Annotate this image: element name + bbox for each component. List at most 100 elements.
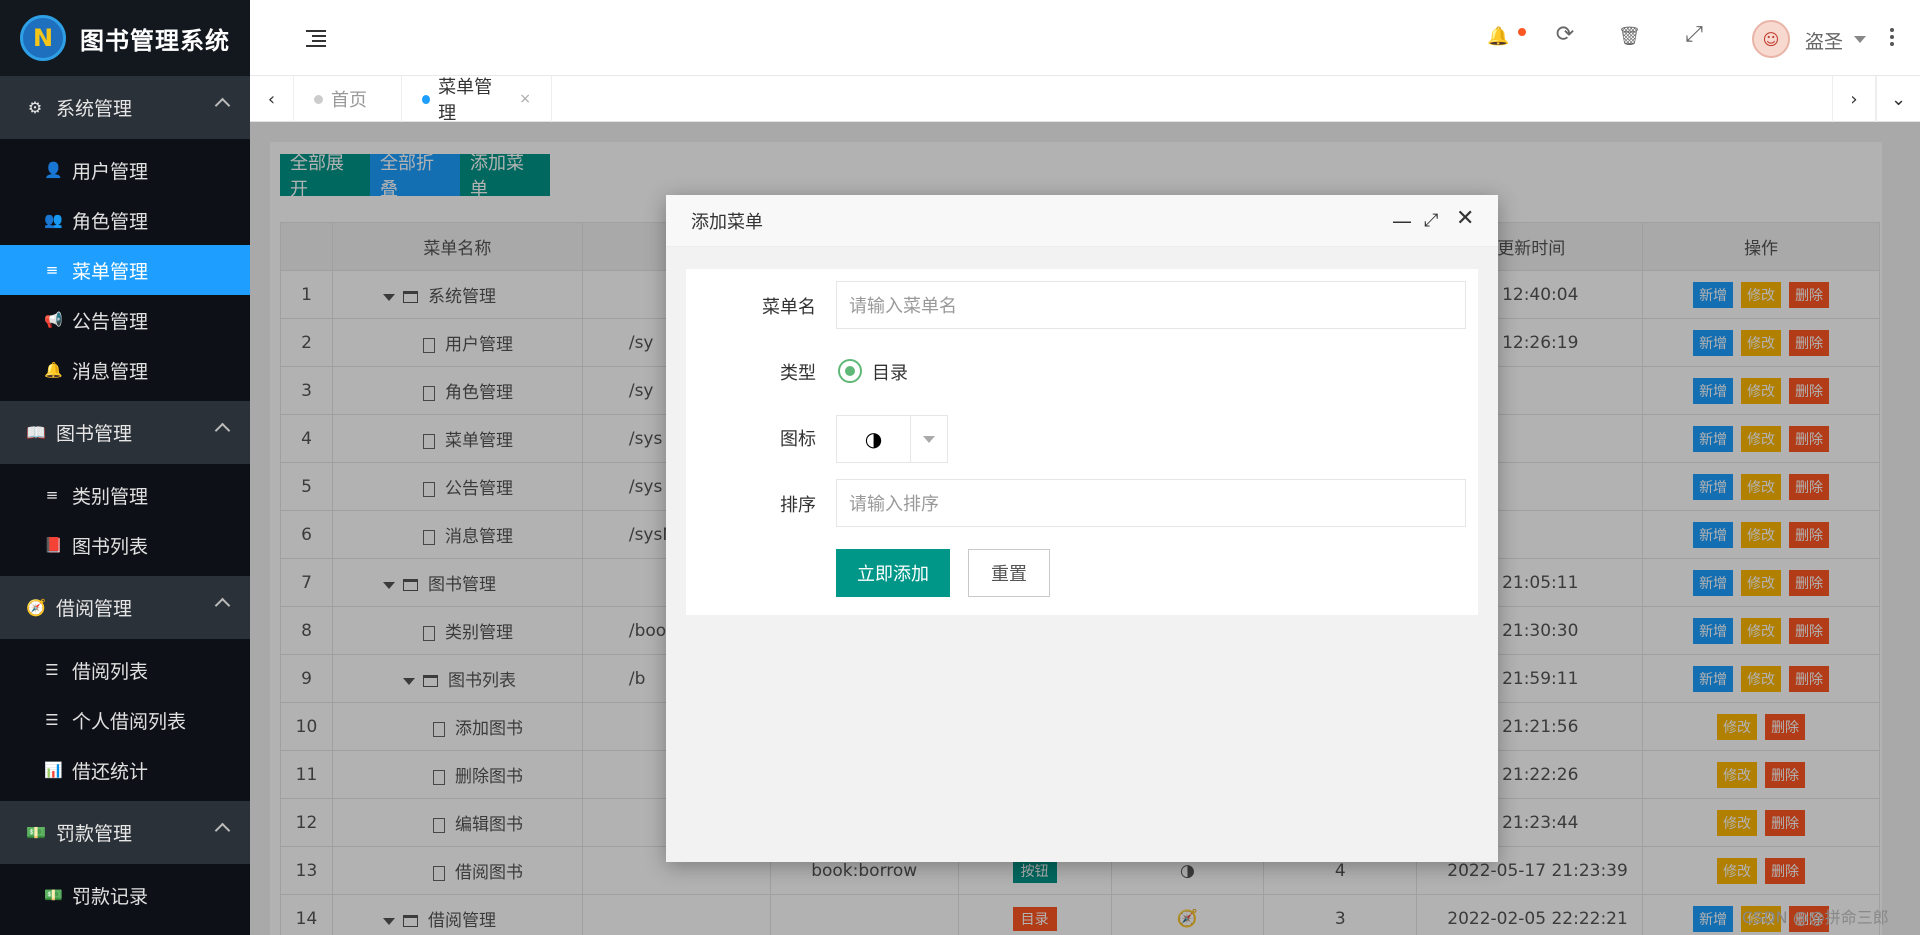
icon-label: 图标 xyxy=(780,429,816,450)
list-icon: ☰ xyxy=(45,711,59,729)
sidebar-group-books: 📖 图书管理 ≡ 类别管理 📕 图书列表 xyxy=(0,401,250,576)
sidebar-group-borrow: 🧭 借阅管理 ☰ 借阅列表 ☰ 个人借阅列表 📊 借还统计 xyxy=(0,576,250,801)
list-icon: ≡ xyxy=(45,261,59,279)
book-icon: 📕 xyxy=(44,536,63,554)
sidebar-item-book-list[interactable]: 📕 图书列表 xyxy=(0,520,250,570)
sidebar-item-label: 借阅列表 xyxy=(72,660,149,683)
sidebar-item-label: 图书列表 xyxy=(72,535,149,558)
group-label: 罚款管理 xyxy=(56,823,133,845)
sidebar-item-label: 个人借阅列表 xyxy=(72,710,187,733)
radio-option-label[interactable]: 目录 xyxy=(872,359,908,385)
type-label: 类型 xyxy=(780,363,816,384)
tab-dot xyxy=(422,94,431,104)
sidebar-item-label: 公告管理 xyxy=(72,310,149,333)
maximize-icon[interactable]: ⤢ xyxy=(1424,210,1438,231)
sidebar-item-users[interactable]: 👤 用户管理 xyxy=(0,145,250,195)
add-menu-dialog: 添加菜单 — ⤢ ✕ 菜单名 请输入菜单名 类型 目录 图标 ◑ 排序 请输入排… xyxy=(666,195,1498,862)
watermark: CSDN @@拼命三郎 xyxy=(1742,908,1889,927)
sidebar-item-label: 消息管理 xyxy=(72,360,149,383)
half-circle-icon: ◑ xyxy=(837,416,911,462)
sidebar-item-label: 类别管理 xyxy=(72,485,149,508)
close-icon[interactable]: × xyxy=(519,91,531,107)
avatar[interactable]: ☺ xyxy=(1752,20,1790,58)
sidebar-item-label: 角色管理 xyxy=(72,210,149,233)
user-icon: 👤 xyxy=(44,161,63,179)
app-root: N 图书管理系统 ⚙ 系统管理 👤 用户管理 👥 角色管理 ≡ 菜单管理 📢 公告管理 … xyxy=(0,0,1920,935)
app-title: 图书管理系统 xyxy=(80,26,230,55)
group-label: 借阅管理 xyxy=(56,598,133,620)
bell-icon[interactable]: 🔔 xyxy=(1487,26,1509,47)
menu-name-input[interactable]: 请输入菜单名 xyxy=(836,281,1466,329)
sidebar-item-categories[interactable]: ≡ 类别管理 xyxy=(0,470,250,520)
sidebar-group-head-system[interactable]: ⚙ 系统管理 xyxy=(0,76,250,139)
group-label: 系统管理 xyxy=(56,98,133,120)
group-label: 图书管理 xyxy=(56,423,133,445)
top-header: 🔔 ⟳ 🗑 ⤢ ☺ 盗圣 xyxy=(250,0,1920,76)
sidebar-group-head-borrow[interactable]: 🧭 借阅管理 xyxy=(0,576,250,639)
compass-icon: 🧭 xyxy=(26,598,46,617)
notification-badge xyxy=(1518,28,1526,36)
close-icon[interactable]: ✕ xyxy=(1456,206,1474,231)
sidebar-item-stats[interactable]: 📊 借还统计 xyxy=(0,745,250,795)
tab-scroll-right-icon[interactable]: › xyxy=(1832,76,1876,122)
sidebar-item-label: 罚款记录 xyxy=(72,885,149,908)
brand: N 图书管理系统 xyxy=(0,0,250,76)
fullscreen-icon[interactable]: ⤢ xyxy=(1683,22,1705,47)
bar-chart-icon: 📊 xyxy=(44,761,63,779)
tab-label: 菜单管理 xyxy=(438,77,493,124)
menu-toggle-icon[interactable] xyxy=(306,30,326,47)
sidebar-item-label: 借还统计 xyxy=(72,760,149,783)
tab-scroll-left-icon[interactable]: ‹ xyxy=(250,76,294,122)
money-icon: 💵 xyxy=(26,823,46,842)
sidebar-item-menus[interactable]: ≡ 菜单管理 xyxy=(0,245,250,295)
sidebar-item-label: 用户管理 xyxy=(72,160,149,183)
menu-name-label: 菜单名 xyxy=(762,297,816,318)
chevron-up-icon xyxy=(214,422,231,439)
sidebar-group-head-fines[interactable]: 💵 罚款管理 xyxy=(0,801,250,864)
add-menu-form: 菜单名 请输入菜单名 类型 目录 图标 ◑ 排序 请输入排序 立即添加 重置 xyxy=(686,269,1478,615)
more-vertical-icon[interactable] xyxy=(1890,28,1894,49)
bell-icon: 🔔 xyxy=(44,361,63,379)
tab-bar: ‹ 首页 菜单管理 × › ⌄ xyxy=(250,76,1920,124)
sidebar-item-roles[interactable]: 👥 角色管理 xyxy=(0,195,250,245)
sort-label: 排序 xyxy=(780,495,816,516)
logo-icon: N xyxy=(20,15,66,61)
chevron-up-icon xyxy=(214,822,231,839)
gear-icon: ⚙ xyxy=(27,98,43,117)
money-icon: 💵 xyxy=(44,886,63,904)
dialog-header: 添加菜单 — ⤢ ✕ xyxy=(666,195,1498,247)
bullhorn-icon: 📢 xyxy=(44,311,63,329)
caret-down-icon[interactable] xyxy=(1854,36,1866,43)
tab-dot xyxy=(314,94,323,104)
sidebar-group-head-books[interactable]: 📖 图书管理 xyxy=(0,401,250,464)
dialog-title: 添加菜单 xyxy=(691,211,763,233)
caret-down-icon xyxy=(923,435,935,443)
icon-picker[interactable]: ◑ xyxy=(836,415,948,463)
tab-home[interactable]: 首页 xyxy=(294,76,402,122)
sidebar-group-fines: 💵 罚款管理 💵 罚款记录 xyxy=(0,801,250,926)
tab-dropdown-icon[interactable]: ⌄ xyxy=(1876,76,1920,122)
users-icon: 👥 xyxy=(44,211,63,229)
list-icon: ≡ xyxy=(45,486,59,504)
submit-button[interactable]: 立即添加 xyxy=(836,549,950,597)
list-icon: ☰ xyxy=(45,661,59,679)
sidebar-item-my-borrow[interactable]: ☰ 个人借阅列表 xyxy=(0,695,250,745)
refresh-icon[interactable]: ⟳ xyxy=(1554,22,1576,47)
tab-menu-management[interactable]: 菜单管理 × xyxy=(402,76,552,124)
sidebar-item-fine-records[interactable]: 💵 罚款记录 xyxy=(0,870,250,920)
type-radio-directory[interactable] xyxy=(838,359,862,383)
sidebar-item-borrow-list[interactable]: ☰ 借阅列表 xyxy=(0,645,250,695)
dropdown-toggle[interactable] xyxy=(911,416,947,462)
sort-input[interactable]: 请输入排序 xyxy=(836,479,1466,527)
trash-icon[interactable]: 🗑 xyxy=(1618,26,1641,47)
minimize-icon[interactable]: — xyxy=(1392,209,1412,233)
sidebar: N 图书管理系统 ⚙ 系统管理 👤 用户管理 👥 角色管理 ≡ 菜单管理 📢 公告管理 … xyxy=(0,0,250,935)
sidebar-item-label: 菜单管理 xyxy=(72,260,149,283)
chevron-up-icon xyxy=(214,597,231,614)
tab-label: 首页 xyxy=(331,90,367,111)
reset-button[interactable]: 重置 xyxy=(968,549,1050,597)
username[interactable]: 盗圣 xyxy=(1805,27,1843,54)
book-icon: 📖 xyxy=(26,423,46,442)
sidebar-item-notices[interactable]: 📢 公告管理 xyxy=(0,295,250,345)
sidebar-item-messages[interactable]: 🔔 消息管理 xyxy=(0,345,250,395)
